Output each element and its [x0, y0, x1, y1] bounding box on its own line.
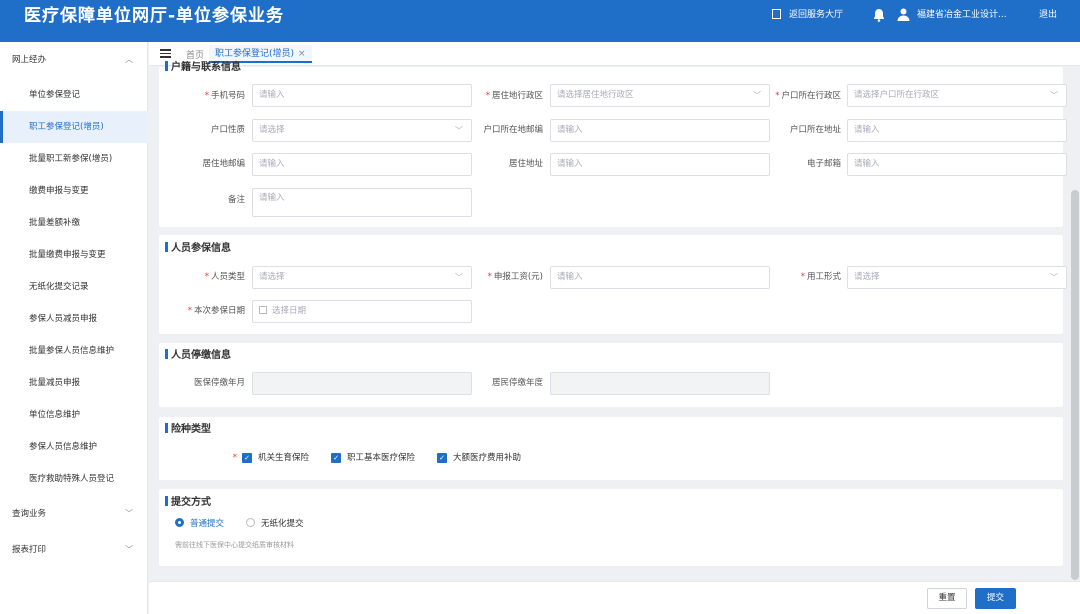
insured-card: 人员参保信息 * 人员类型 请选择 ﹀ * 申报工资(元) 请输入 * 用工形式 请选择…: [159, 235, 1067, 334]
main-content: 户籍与联系信息 * 手机号码 请输入 * 居住地行政区 请选择居住地行政区 ﹀ * 户口…: [149, 61, 1080, 614]
chevron-down-icon: ﹀: [125, 509, 133, 518]
section-title: 户籍与联系信息: [165, 61, 241, 74]
date-picker[interactable]: 选择日期: [252, 300, 472, 323]
sidebar-item-medical-aid[interactable]: 医疗救助特殊人员登记: [0, 463, 148, 495]
sidebar-item-paperless-records[interactable]: 无纸化提交记录: [0, 271, 148, 303]
stop-card: 人员停缴信息 医保停缴年月 居民停缴年度: [159, 343, 1063, 407]
sidebar-group-online[interactable]: 网上经办 ︿: [0, 44, 148, 76]
employment-select[interactable]: 请选择 ﹀: [847, 266, 1067, 289]
hukou-postcode-input[interactable]: 请输入: [550, 119, 770, 142]
employment-label: * 用工形式: [800, 272, 841, 282]
submit-button[interactable]: 提交: [975, 588, 1016, 609]
sidebar-item-batch-maintain[interactable]: 批量参保人员信息维护: [0, 335, 148, 367]
section-title: 人员参保信息: [165, 242, 231, 255]
checkbox-maternity[interactable]: ✓ 机关生育保险: [242, 452, 309, 464]
section-title: 人员停缴信息: [165, 349, 231, 362]
sidebar-item-batch-reduce[interactable]: 批量减员申报: [0, 367, 148, 399]
sidebar: 网上经办 ︿ 单位参保登记 职工参保登记(增员) 批量职工新参保(增员) 缴费申报…: [0, 42, 148, 614]
resident-stop-input: [550, 372, 770, 395]
top-header: 医疗保障单位网厅-单位参保业务 返回服务大厅 福建省冶金工业设计... 退出: [0, 0, 1080, 42]
sidebar-item-payment-declare[interactable]: 缴费申报与变更: [0, 175, 148, 207]
back-to-hall-link[interactable]: 返回服务大厅: [772, 9, 843, 21]
chevron-down-icon: ﹀: [1050, 91, 1058, 100]
check-icon: ✓: [437, 453, 447, 463]
sidebar-group-label: 网上经办: [12, 55, 47, 65]
sidebar-item-batch-diff[interactable]: 批量差额补缴: [0, 207, 148, 239]
email-label: 电子邮箱: [806, 159, 841, 169]
remark-label: 备注: [227, 195, 245, 205]
logout-link[interactable]: 退出: [1039, 9, 1057, 21]
check-icon: ✓: [331, 453, 341, 463]
sidebar-group-report[interactable]: 报表打印 ﹀: [0, 534, 148, 566]
wage-input[interactable]: 请输入: [550, 266, 770, 289]
chevron-down-icon: ﹀: [125, 545, 133, 554]
sidebar-item-person-info[interactable]: 参保人员信息维护: [0, 431, 148, 463]
res-address-label: 居住地址: [508, 159, 543, 169]
sidebar-group-query[interactable]: 查询业务 ﹀: [0, 498, 148, 530]
person-type-select[interactable]: 请选择 ﹀: [252, 266, 472, 289]
wage-label: * 申报工资(元): [487, 272, 543, 282]
section-title: 提交方式: [165, 496, 211, 509]
chevron-up-icon: ︿: [125, 55, 133, 64]
bell-icon[interactable]: [872, 8, 886, 22]
hukou-region-select[interactable]: 请选择户口所在行政区 ﹀: [847, 84, 1067, 107]
tab-home[interactable]: 首页: [186, 48, 204, 61]
required-mark: *: [232, 453, 237, 463]
email-input[interactable]: 请输入: [847, 153, 1067, 176]
org-name[interactable]: 福建省冶金工业设计...: [917, 9, 1007, 21]
sidebar-item-batch-payment[interactable]: 批量缴费申报与变更: [0, 239, 148, 271]
hukou-address-input[interactable]: 请输入: [847, 119, 1067, 142]
insurance-type-card: 险种类型 * ✓ 机关生育保险 ✓ 职工基本医疗保险 ✓ 大额医疗费用补助: [159, 417, 1063, 480]
tab-bar: 首页 职工参保登记(增员) ×: [149, 42, 1080, 66]
checkbox-large-medical[interactable]: ✓ 大额医疗费用补助: [437, 452, 521, 464]
resident-stop-label: 居民停缴年度: [491, 378, 543, 388]
exit-icon: [772, 9, 781, 19]
residence-region-label: * 居住地行政区: [485, 91, 543, 101]
hukou-type-label: 户口性质: [210, 125, 245, 135]
hukou-type-select[interactable]: 请选择 ﹀: [252, 119, 472, 142]
back-label: 返回服务大厅: [789, 10, 844, 20]
res-address-input[interactable]: 请输入: [550, 153, 770, 176]
submit-hint: 需前往线下医保中心提交纸质审核材料: [175, 541, 294, 549]
checkbox-basic-medical[interactable]: ✓ 职工基本医疗保险: [331, 452, 415, 464]
hukou-region-label: * 户口所在行政区: [775, 91, 841, 101]
check-icon: ✓: [242, 453, 252, 463]
contact-card: 户籍与联系信息 * 手机号码 请输入 * 居住地行政区 请选择居住地行政区 ﹀ * 户口…: [159, 61, 1067, 227]
radio-icon: [246, 518, 255, 527]
sidebar-item-unit-info[interactable]: 单位信息维护: [0, 399, 148, 431]
radio-paperless-submit[interactable]: 无纸化提交: [246, 518, 304, 530]
close-icon[interactable]: ×: [298, 49, 306, 59]
tab-current-label: 职工参保登记(增员): [215, 49, 295, 59]
app-title: 医疗保障单位网厅-单位参保业务: [24, 6, 285, 26]
user-icon: [897, 8, 910, 21]
sidebar-group-label: 查询业务: [12, 509, 47, 519]
medical-stop-input: [252, 372, 472, 395]
section-title: 险种类型: [165, 423, 211, 436]
menu-toggle-icon[interactable]: [160, 49, 171, 58]
calendar-icon: [259, 306, 267, 314]
phone-label: * 手机号码: [204, 91, 245, 101]
sidebar-item-unit-register[interactable]: 单位参保登记: [0, 79, 148, 111]
sidebar-item-batch-new[interactable]: 批量职工新参保(增员): [0, 143, 148, 175]
radio-normal-submit[interactable]: 普通提交: [175, 518, 224, 530]
residence-region-select[interactable]: 请选择居住地行政区 ﹀: [550, 84, 770, 107]
sidebar-item-employee-register[interactable]: 职工参保登记(增员): [0, 111, 148, 143]
sidebar-item-reduce[interactable]: 参保人员减员申报: [0, 303, 148, 335]
hukou-address-label: 户口所在地址: [789, 125, 841, 135]
radio-icon: [175, 518, 184, 527]
res-postcode-label: 居住地邮编: [202, 159, 245, 169]
phone-input[interactable]: 请输入: [252, 84, 472, 107]
submit-method-card: 提交方式 普通提交 无纸化提交 需前往线下医保中心提交纸质审核材料: [159, 489, 1063, 566]
medical-stop-label: 医保停缴年月: [193, 378, 245, 388]
person-type-label: * 人员类型: [204, 272, 245, 282]
hukou-postcode-label: 户口所在地邮编: [483, 125, 543, 135]
date-label: * 本次参保日期: [187, 306, 245, 316]
sidebar-group-label: 报表打印: [12, 545, 47, 555]
reset-button[interactable]: 重置: [927, 588, 967, 609]
chevron-down-icon: ﹀: [1050, 273, 1058, 282]
footer-bar: 重置 提交: [149, 581, 1080, 614]
remark-textarea[interactable]: 请输入: [252, 188, 472, 217]
res-postcode-input[interactable]: 请输入: [252, 153, 472, 176]
scrollbar[interactable]: [1071, 190, 1079, 580]
